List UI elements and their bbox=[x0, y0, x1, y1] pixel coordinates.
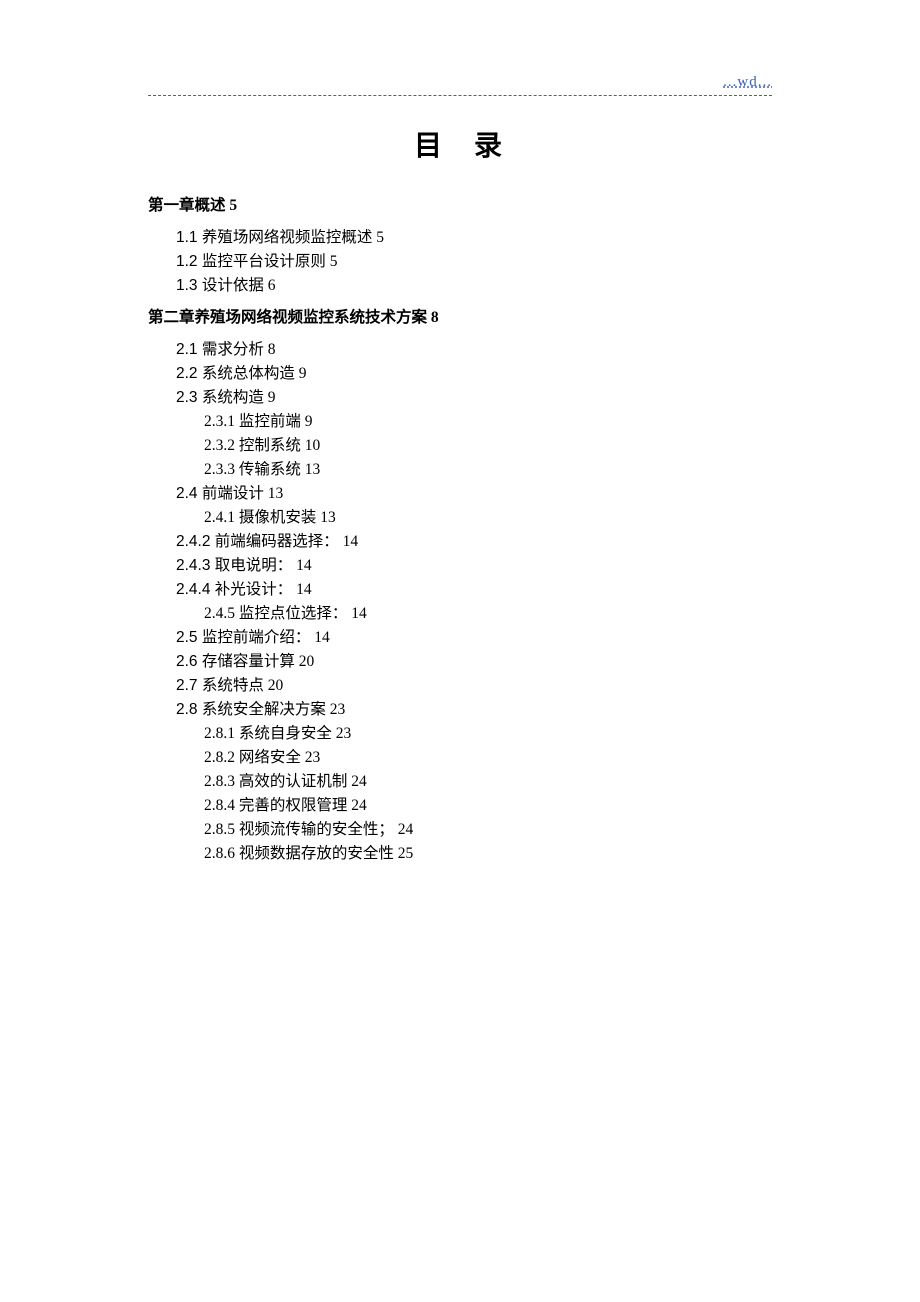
toc-entry: 2.4.5 监控点位选择： 14 bbox=[204, 602, 772, 626]
toc-entry-page: 13 bbox=[316, 509, 335, 526]
toc-entry: 第二章养殖场网络视频监控系统技术方案 8 bbox=[148, 306, 772, 330]
toc-entry-text: 2.4.2 前端编码器选择： bbox=[176, 533, 339, 550]
toc-entry-page: 25 bbox=[394, 845, 413, 862]
toc-entry-page: 23 bbox=[301, 749, 320, 766]
header-label: ...wd... bbox=[723, 74, 772, 91]
toc-entry-page: 5 bbox=[372, 229, 384, 246]
toc-entry-text: 2.8.5 视频流传输的安全性； bbox=[204, 821, 394, 838]
toc-entry-text: 2.8.2 网络安全 bbox=[204, 749, 301, 766]
toc-entry: 2.5 监控前端介绍： 14 bbox=[176, 626, 772, 650]
toc-entry: 1.1 养殖场网络视频监控概述 5 bbox=[176, 226, 772, 250]
toc-entry: 2.4 前端设计 13 bbox=[176, 482, 772, 506]
toc-entry: 1.2 监控平台设计原则 5 bbox=[176, 250, 772, 274]
toc-entry: 2.8.2 网络安全 23 bbox=[204, 746, 772, 770]
toc-entry-text: 2.8.1 系统自身安全 bbox=[204, 725, 332, 742]
toc-entry-page: 10 bbox=[301, 437, 320, 454]
toc-entry-page: 9 bbox=[264, 389, 276, 406]
toc-entry-text: 2.3 系统构造 bbox=[176, 389, 264, 406]
toc-entry-page: 14 bbox=[347, 605, 366, 622]
toc-entry: 2.8 系统安全解决方案 23 bbox=[176, 698, 772, 722]
toc-entry: 第一章概述 5 bbox=[148, 194, 772, 218]
toc-entry-page: 8 bbox=[264, 341, 276, 358]
toc-entry: 2.8.4 完善的权限管理 24 bbox=[204, 794, 772, 818]
toc-entry-page: 8 bbox=[427, 309, 439, 326]
toc-entry: 2.2 系统总体构造 9 bbox=[176, 362, 772, 386]
toc-entry-page: 23 bbox=[326, 701, 345, 718]
toc-entry-page: 9 bbox=[301, 413, 313, 430]
toc-entry-text: 2.3.1 监控前端 bbox=[204, 413, 301, 430]
toc-entry-text: 2.8.3 高效的认证机制 bbox=[204, 773, 347, 790]
title-part-1: 目 bbox=[414, 131, 446, 162]
toc-entry-text: 2.8.6 视频数据存放的安全性 bbox=[204, 845, 394, 862]
toc-entry-page: 24 bbox=[394, 821, 413, 838]
toc-entry-text: 1.3 设计依据 bbox=[176, 277, 264, 294]
toc-entry: 2.8.5 视频流传输的安全性； 24 bbox=[204, 818, 772, 842]
toc-entry-page: 14 bbox=[292, 557, 311, 574]
toc-entry-text: 1.2 监控平台设计原则 bbox=[176, 253, 326, 270]
toc-entry-page: 20 bbox=[264, 677, 283, 694]
toc-entry-text: 2.7 系统特点 bbox=[176, 677, 264, 694]
toc-entry: 2.3.3 传输系统 13 bbox=[204, 458, 772, 482]
toc-entry-page: 6 bbox=[264, 277, 276, 294]
toc-entry-text: 2.1 需求分析 bbox=[176, 341, 264, 358]
toc-entry-text: 第二章养殖场网络视频监控系统技术方案 bbox=[148, 309, 427, 326]
toc-entry: 2.7 系统特点 20 bbox=[176, 674, 772, 698]
title-part-2: 录 bbox=[474, 131, 506, 162]
toc-entry: 2.8.6 视频数据存放的安全性 25 bbox=[204, 842, 772, 866]
toc-entry: 2.4.1 摄像机安装 13 bbox=[204, 506, 772, 530]
toc-entry-text: 2.3.3 传输系统 bbox=[204, 461, 301, 478]
table-of-contents: 第一章概述 51.1 养殖场网络视频监控概述 51.2 监控平台设计原则 51.… bbox=[148, 194, 772, 866]
toc-entry-text: 2.5 监控前端介绍： bbox=[176, 629, 310, 646]
toc-entry-page: 13 bbox=[264, 485, 283, 502]
toc-entry: 1.3 设计依据 6 bbox=[176, 274, 772, 298]
toc-entry-page: 5 bbox=[326, 253, 338, 270]
page-title: 目录 bbox=[148, 124, 772, 164]
toc-entry-text: 2.4.1 摄像机安装 bbox=[204, 509, 316, 526]
toc-entry-page: 24 bbox=[347, 773, 366, 790]
toc-entry-text: 2.8 系统安全解决方案 bbox=[176, 701, 326, 718]
toc-entry-page: 9 bbox=[295, 365, 307, 382]
toc-entry-text: 2.4.3 取电说明： bbox=[176, 557, 292, 574]
toc-entry-text: 1.1 养殖场网络视频监控概述 bbox=[176, 229, 372, 246]
toc-entry: 2.4.4 补光设计： 14 bbox=[176, 578, 772, 602]
toc-entry-page: 24 bbox=[347, 797, 366, 814]
toc-entry-page: 14 bbox=[310, 629, 329, 646]
toc-entry-page: 5 bbox=[226, 197, 238, 214]
toc-entry: 2.4.2 前端编码器选择： 14 bbox=[176, 530, 772, 554]
toc-entry: 2.4.3 取电说明： 14 bbox=[176, 554, 772, 578]
toc-entry: 2.3.2 控制系统 10 bbox=[204, 434, 772, 458]
toc-entry: 2.3.1 监控前端 9 bbox=[204, 410, 772, 434]
toc-entry-text: 第一章概述 bbox=[148, 197, 226, 214]
toc-entry-page: 23 bbox=[332, 725, 351, 742]
toc-entry-text: 2.2 系统总体构造 bbox=[176, 365, 295, 382]
toc-entry-page: 20 bbox=[295, 653, 314, 670]
toc-entry-text: 2.4 前端设计 bbox=[176, 485, 264, 502]
toc-entry: 2.8.3 高效的认证机制 24 bbox=[204, 770, 772, 794]
toc-entry-text: 2.8.4 完善的权限管理 bbox=[204, 797, 347, 814]
toc-entry-text: 2.6 存储容量计算 bbox=[176, 653, 295, 670]
toc-entry: 2.3 系统构造 9 bbox=[176, 386, 772, 410]
toc-entry: 2.6 存储容量计算 20 bbox=[176, 650, 772, 674]
toc-entry-text: 2.3.2 控制系统 bbox=[204, 437, 301, 454]
toc-entry-text: 2.4.4 补光设计： bbox=[176, 581, 292, 598]
toc-entry-page: 13 bbox=[301, 461, 320, 478]
document-page: ...wd... 目录 第一章概述 51.1 养殖场网络视频监控概述 51.2 … bbox=[0, 0, 920, 926]
toc-entry: 2.1 需求分析 8 bbox=[176, 338, 772, 362]
toc-entry: 2.8.1 系统自身安全 23 bbox=[204, 722, 772, 746]
toc-entry-page: 14 bbox=[339, 533, 358, 550]
header-divider: ...wd... bbox=[148, 78, 772, 96]
toc-entry-text: 2.4.5 监控点位选择： bbox=[204, 605, 347, 622]
toc-entry-page: 14 bbox=[292, 581, 311, 598]
